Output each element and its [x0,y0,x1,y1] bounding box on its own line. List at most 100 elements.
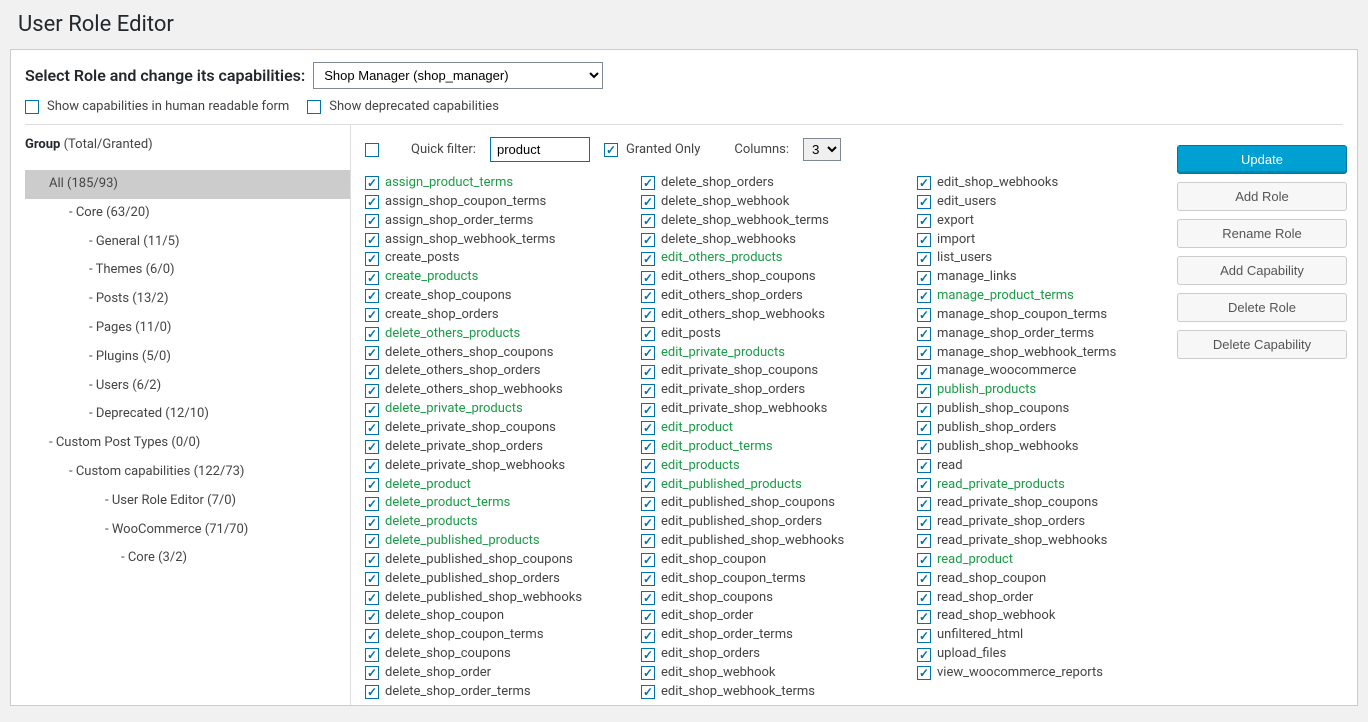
capability-label[interactable]: delete_shop_order [385,664,491,683]
capability-label[interactable]: edit_shop_orders [661,645,760,664]
capability-label[interactable]: edit_others_shop_coupons [661,268,816,287]
capability-checkbox[interactable] [365,572,379,586]
capability-checkbox[interactable] [641,308,655,322]
capability-label[interactable]: export [937,212,974,231]
capability-checkbox[interactable] [917,591,931,605]
capability-checkbox[interactable] [917,384,931,398]
capability-checkbox[interactable] [641,195,655,209]
capability-label[interactable]: delete_published_products [385,532,540,551]
capability-label[interactable]: assign_shop_webhook_terms [385,231,556,250]
tree-item[interactable]: - Custom capabilities (122/73) [25,458,350,487]
capability-checkbox[interactable] [917,327,931,341]
capability-label[interactable]: create_products [385,268,478,287]
capability-checkbox[interactable] [917,176,931,190]
tree-item[interactable]: - Plugins (5/0) [25,343,350,372]
capability-checkbox[interactable] [641,610,655,624]
capability-label[interactable]: import [937,231,975,250]
capability-label[interactable]: delete_published_shop_webhooks [385,589,582,608]
capability-checkbox[interactable] [641,572,655,586]
capability-checkbox[interactable] [917,271,931,285]
capability-label[interactable]: list_users [937,249,992,268]
capability-label[interactable]: edit_private_shop_webhooks [661,400,827,419]
capability-label[interactable]: read_shop_coupon [937,570,1046,589]
show-human-readable[interactable]: Show capabilities in human readable form [25,99,289,114]
capability-label[interactable]: delete_private_products [385,400,523,419]
tree-item[interactable]: - WooCommerce (71/70) [25,516,350,545]
capability-label[interactable]: create_posts [385,249,459,268]
tree-item[interactable]: - User Role Editor (7/0) [25,487,350,516]
quick-filter-input[interactable] [490,137,590,162]
capability-checkbox[interactable] [641,403,655,417]
capability-label[interactable]: edit_private_products [661,344,785,363]
capability-label[interactable]: manage_product_terms [937,287,1074,306]
capability-label[interactable]: delete_products [385,513,478,532]
capability-checkbox[interactable] [917,421,931,435]
capability-checkbox[interactable] [365,610,379,624]
capability-checkbox[interactable] [917,403,931,417]
capability-label[interactable]: manage_links [937,268,1017,287]
tree-item[interactable]: - General (11/5) [25,228,350,257]
capability-checkbox[interactable] [365,591,379,605]
capability-label[interactable]: read [937,457,963,476]
capability-label[interactable]: edit_published_products [661,476,802,495]
capability-label[interactable]: upload_files [937,645,1006,664]
capability-label[interactable]: read_product [937,551,1013,570]
capability-label[interactable]: edit_product_terms [661,438,773,457]
capability-label[interactable]: assign_shop_coupon_terms [385,193,546,212]
capability-checkbox[interactable] [917,440,931,454]
capability-label[interactable]: manage_shop_order_terms [937,325,1094,344]
capability-checkbox[interactable] [917,553,931,567]
capability-checkbox[interactable] [917,214,931,228]
capability-label[interactable]: view_woocommerce_reports [937,664,1103,683]
capability-label[interactable]: publish_shop_coupons [937,400,1069,419]
capability-checkbox[interactable] [641,553,655,567]
capability-label[interactable]: delete_published_shop_orders [385,570,560,589]
capability-label[interactable]: unfiltered_html [937,626,1023,645]
tree-item[interactable]: - Users (6/2) [25,372,350,401]
capability-checkbox[interactable] [365,384,379,398]
capability-checkbox[interactable] [365,233,379,247]
capability-checkbox[interactable] [641,271,655,285]
capability-checkbox[interactable] [365,214,379,228]
capability-label[interactable]: edit_published_shop_orders [661,513,822,532]
capability-label[interactable]: edit_shop_order_terms [661,626,793,645]
capability-label[interactable]: delete_private_shop_webhooks [385,457,565,476]
capability-label[interactable]: edit_products [661,457,740,476]
capability-label[interactable]: delete_shop_webhook_terms [661,212,829,231]
capability-checkbox[interactable] [641,214,655,228]
capability-label[interactable]: edit_published_shop_webhooks [661,532,844,551]
capability-label[interactable]: delete_product [385,476,471,495]
capability-checkbox[interactable] [641,459,655,473]
capability-checkbox[interactable] [365,252,379,266]
capability-label[interactable]: publish_shop_orders [937,419,1056,438]
capability-checkbox[interactable] [641,478,655,492]
capability-checkbox[interactable] [365,553,379,567]
capability-label[interactable]: edit_shop_webhooks [937,174,1058,193]
capability-label[interactable]: delete_shop_order_terms [385,683,531,702]
capability-label[interactable]: delete_shop_orders [661,174,774,193]
capability-checkbox[interactable] [641,648,655,662]
tree-item[interactable]: - Core (63/20) [25,199,350,228]
capability-checkbox[interactable] [365,440,379,454]
capability-checkbox[interactable] [641,666,655,680]
capability-label[interactable]: delete_others_shop_coupons [385,344,553,363]
capability-label[interactable]: delete_product_terms [385,494,510,513]
capability-checkbox[interactable] [641,384,655,398]
capability-label[interactable]: delete_others_shop_orders [385,362,540,381]
capability-checkbox[interactable] [641,289,655,303]
show-deprecated[interactable]: Show deprecated capabilities [307,99,499,114]
capability-label[interactable]: manage_woocommerce [937,362,1076,381]
capability-checkbox[interactable] [641,629,655,643]
capability-checkbox[interactable] [641,591,655,605]
capability-checkbox[interactable] [365,629,379,643]
show-deprecated-checkbox[interactable] [307,100,321,114]
update-button[interactable]: Update [1177,145,1347,174]
capability-label[interactable]: read_private_shop_coupons [937,494,1098,513]
capability-label[interactable]: delete_shop_webhook [661,193,789,212]
capability-label[interactable]: edit_private_shop_orders [661,381,805,400]
capability-checkbox[interactable] [365,497,379,511]
capability-checkbox[interactable] [641,685,655,699]
capability-checkbox[interactable] [641,252,655,266]
capability-checkbox[interactable] [917,252,931,266]
capability-checkbox[interactable] [917,610,931,624]
